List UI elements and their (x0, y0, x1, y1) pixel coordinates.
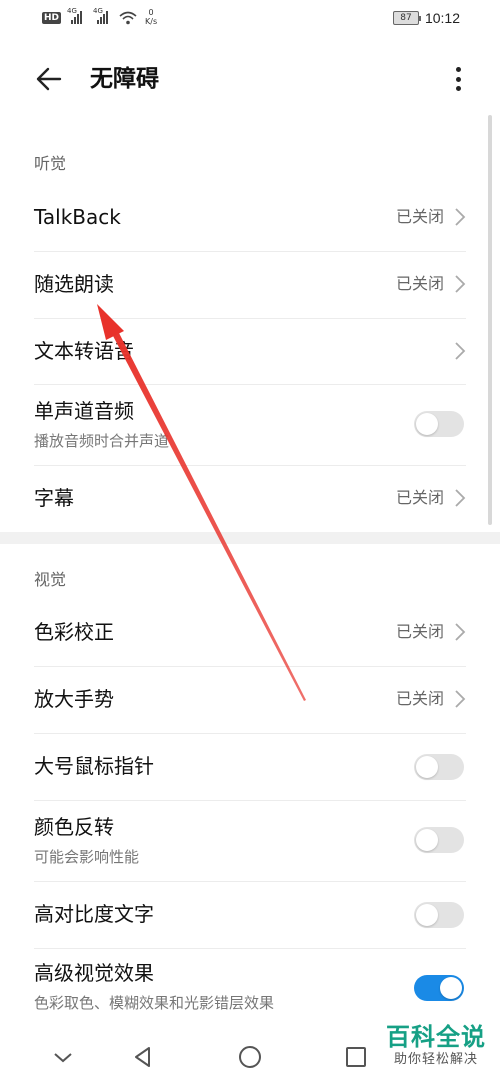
more-vertical-icon[interactable] (448, 64, 468, 94)
section-header-vision: 视觉 (34, 570, 67, 589)
mono-audio-toggle[interactable] (414, 411, 464, 437)
clock: 10:12 (424, 10, 460, 26)
battery-icon: 87 (392, 11, 421, 25)
page-title: 无障碍 (90, 66, 159, 92)
watermark-title: 百科全说 (386, 1023, 486, 1051)
wifi-icon (119, 11, 137, 25)
setting-value: 已关闭 (395, 488, 444, 507)
setting-value: 已关闭 (395, 622, 444, 641)
setting-value: 已关闭 (395, 689, 444, 708)
setting-value: 已关闭 (395, 274, 444, 293)
chevron-right-icon (455, 489, 466, 507)
status-bar: HD 4G 4G 0 K/s 87 10:12 (0, 0, 500, 40)
setting-captions[interactable]: 字幕 已关闭 (0, 466, 500, 532)
setting-label: 文本转语音 (34, 339, 134, 363)
signal-icon: 4G (67, 8, 87, 24)
setting-label: 大号鼠标指针 (34, 754, 154, 778)
setting-subtitle: 播放音频时合并声道 (34, 432, 170, 450)
section-separator (0, 532, 500, 544)
chevron-right-icon (455, 690, 466, 708)
signal-icon-2: 4G (93, 8, 113, 24)
status-bar-left: HD 4G 4G 0 K/s (42, 8, 157, 26)
setting-label: TalkBack (34, 205, 121, 229)
setting-select-to-speak[interactable]: 随选朗读 已关闭 (0, 252, 500, 318)
setting-label: 单声道音频 (34, 399, 134, 423)
setting-talkback[interactable]: TalkBack 已关闭 (0, 185, 500, 251)
setting-subtitle: 色彩取色、模糊效果和光影错层效果 (34, 994, 275, 1012)
setting-label: 色彩校正 (34, 620, 114, 644)
advanced-visual-toggle[interactable] (414, 975, 464, 1001)
setting-mono-audio[interactable]: 单声道音频 播放音频时合并声道 (0, 385, 500, 465)
setting-label: 字幕 (34, 486, 74, 510)
setting-label: 高对比度文字 (34, 902, 154, 926)
chevron-right-icon (455, 275, 466, 293)
high-contrast-text-toggle[interactable] (414, 902, 464, 928)
setting-label: 高级视觉效果 (34, 961, 154, 985)
status-bar-right: 87 10:12 (392, 10, 460, 26)
setting-color-inversion[interactable]: 颜色反转 可能会影响性能 (0, 801, 500, 881)
chevron-right-icon (455, 208, 466, 226)
square-recents-icon[interactable] (343, 1044, 369, 1070)
setting-advanced-visual-effects[interactable]: 高级视觉效果 色彩取色、模糊效果和光影错层效果 (0, 949, 500, 1029)
section-header-hearing: 听觉 (34, 154, 67, 173)
setting-label: 颜色反转 (34, 815, 114, 839)
large-pointer-toggle[interactable] (414, 754, 464, 780)
triangle-back-icon[interactable] (130, 1044, 156, 1070)
setting-label: 随选朗读 (34, 272, 114, 296)
toolbar: 无障碍 (0, 40, 500, 120)
chevron-down-icon[interactable] (50, 1044, 76, 1070)
setting-text-to-speech[interactable]: 文本转语音 (0, 319, 500, 384)
setting-magnification[interactable]: 放大手势 已关闭 (0, 667, 500, 733)
network-speed: 0 K/s (145, 8, 158, 26)
arrow-left-icon[interactable] (34, 64, 64, 94)
watermark-subtitle: 助你轻松解决 (393, 1052, 478, 1067)
setting-label: 放大手势 (34, 687, 114, 711)
circle-home-icon[interactable] (237, 1044, 263, 1070)
hd-badge: HD (42, 12, 62, 24)
setting-subtitle: 可能会影响性能 (34, 848, 140, 866)
setting-large-pointer[interactable]: 大号鼠标指针 (0, 734, 500, 800)
setting-color-correction[interactable]: 色彩校正 已关闭 (0, 600, 500, 666)
chevron-right-icon (455, 342, 466, 360)
color-inversion-toggle[interactable] (414, 827, 464, 853)
chevron-right-icon (455, 623, 466, 641)
setting-value: 已关闭 (395, 207, 444, 226)
setting-high-contrast-text[interactable]: 高对比度文字 (0, 882, 500, 948)
watermark: 百科全说 助你轻松解决 (386, 1022, 486, 1068)
